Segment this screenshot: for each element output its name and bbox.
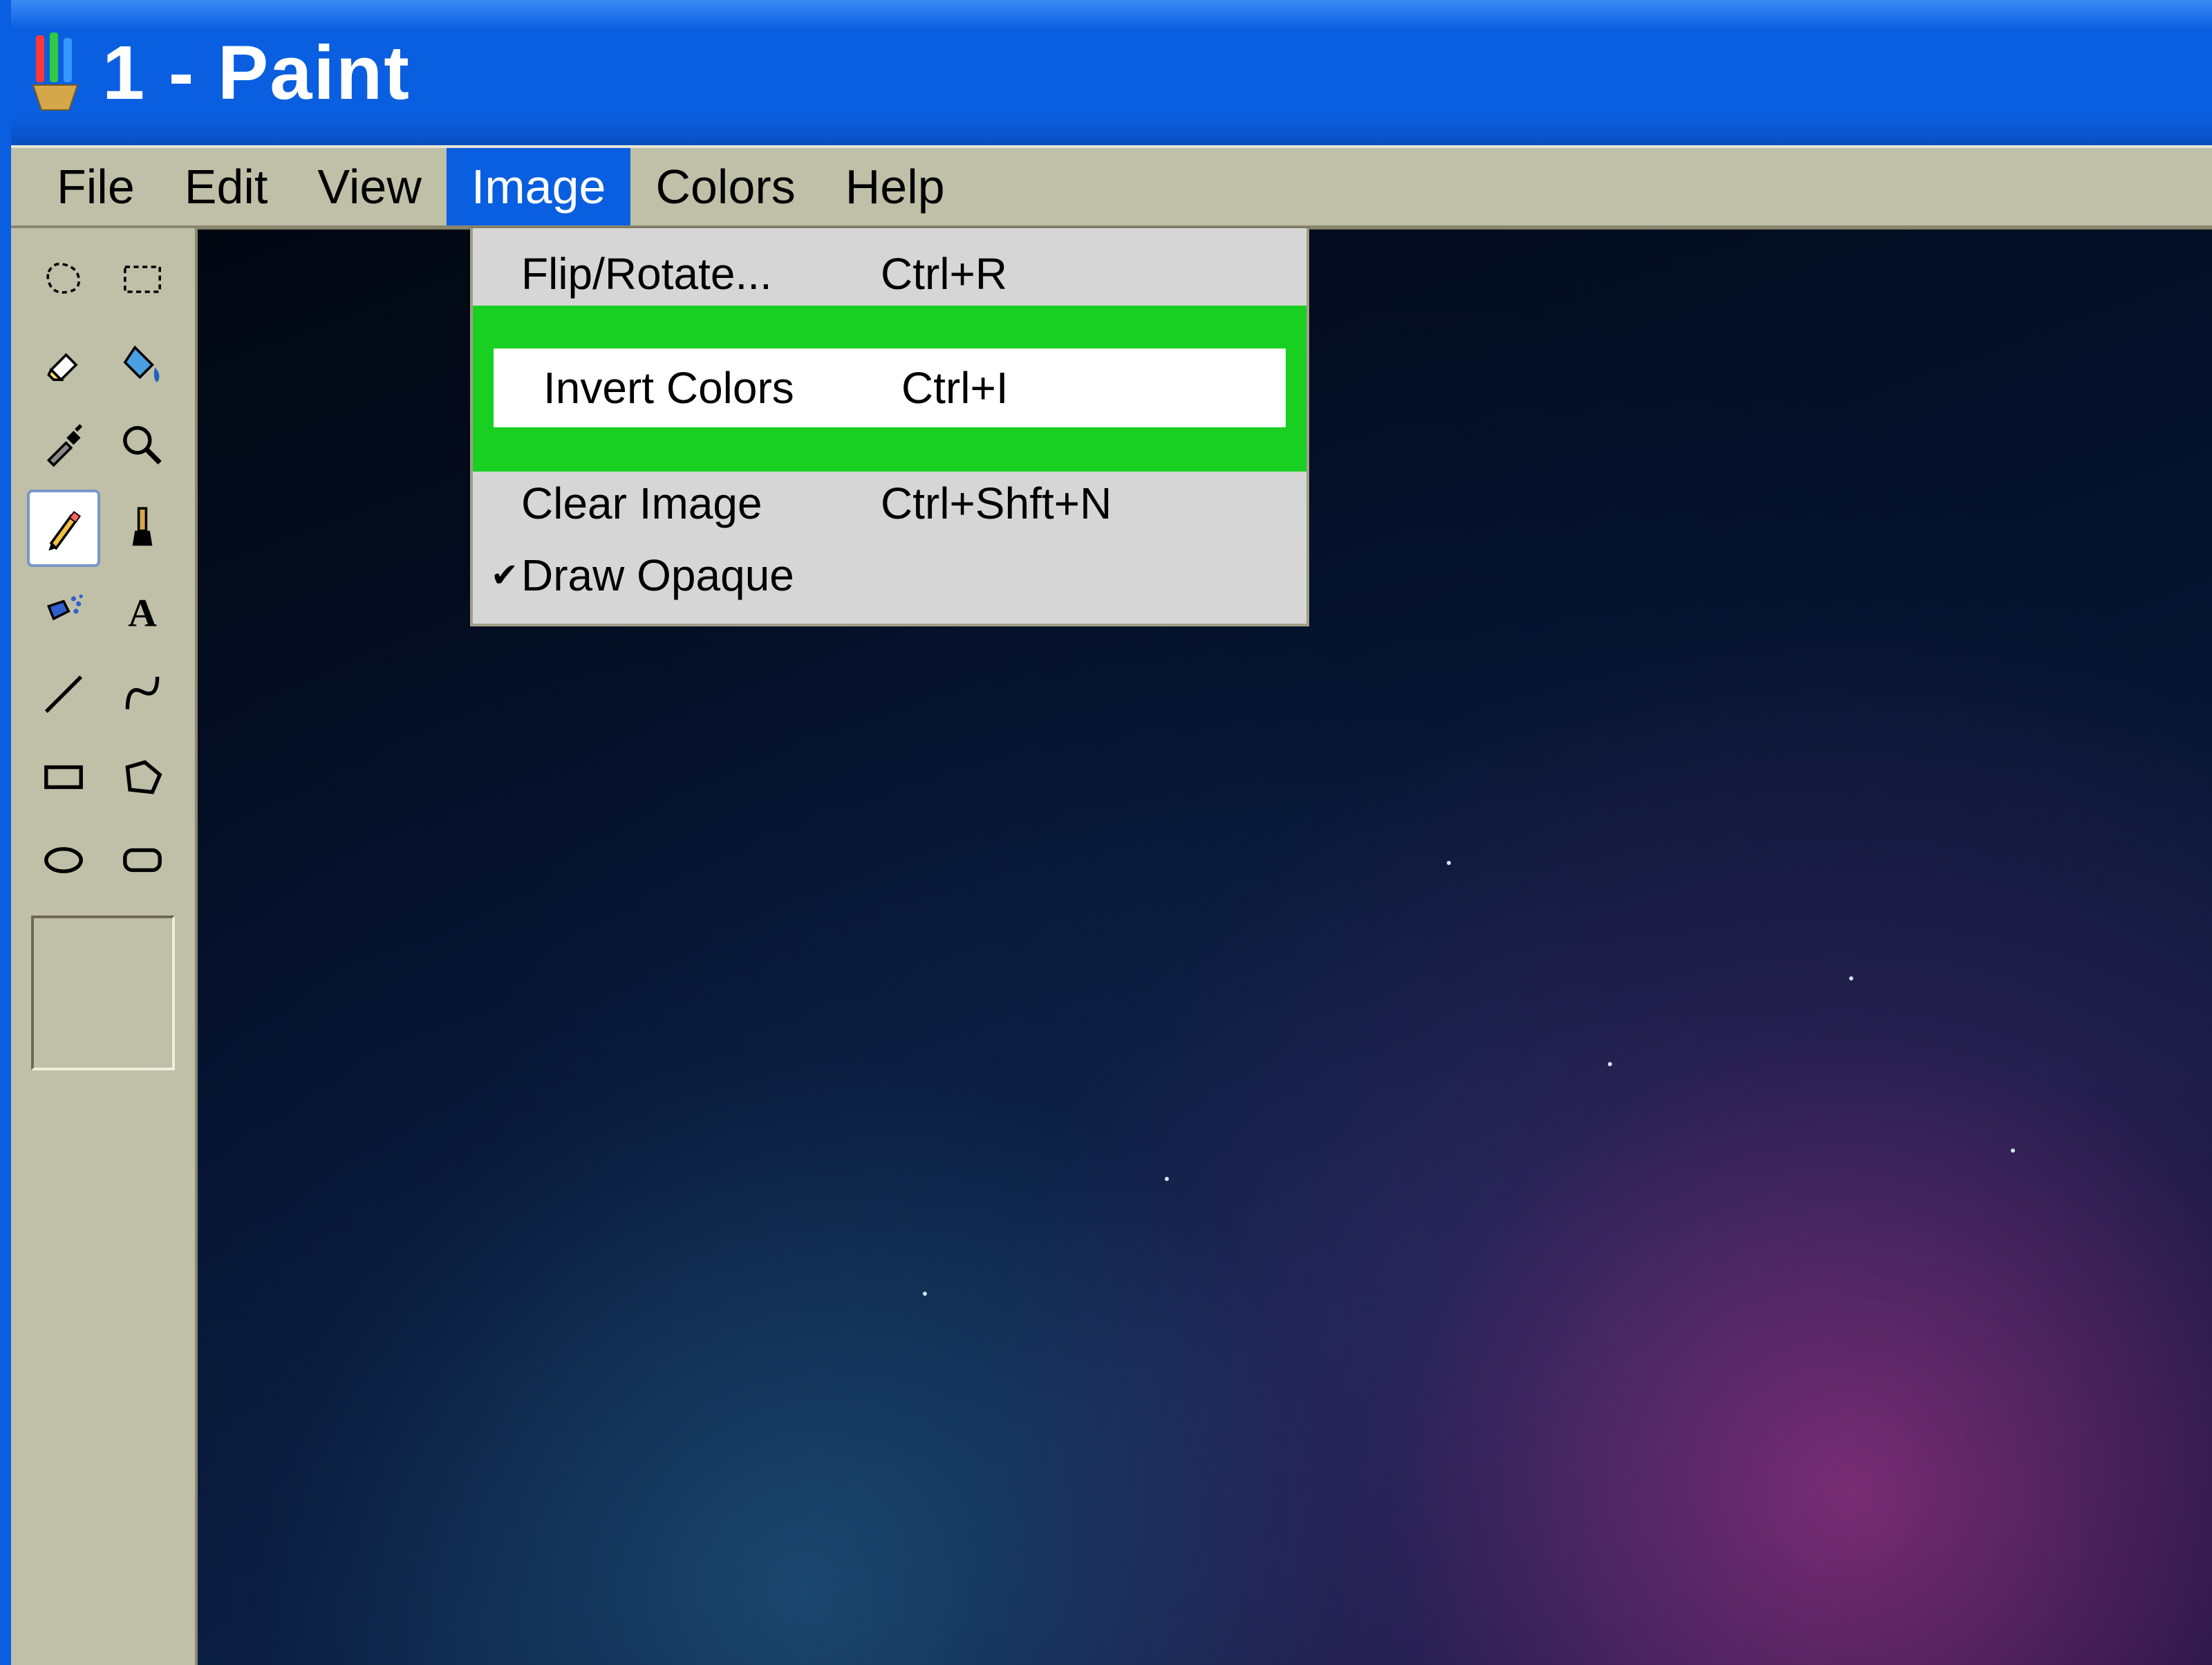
tool-fill[interactable] xyxy=(106,324,179,401)
menu-view[interactable]: View xyxy=(292,148,446,225)
menu-item-shortcut: Ctrl+Shft+N xyxy=(881,478,1112,529)
tool-options-box xyxy=(31,915,175,1070)
menu-item-shortcut: Ctrl+R xyxy=(881,248,1007,299)
tool-eraser[interactable] xyxy=(27,324,100,401)
menu-item-draw-opaque[interactable]: ✔ Draw Opaque xyxy=(473,539,1306,611)
menu-item-flip-rotate[interactable]: Flip/Rotate... Ctrl+R xyxy=(473,238,1306,310)
tool-magnifier[interactable] xyxy=(106,407,179,484)
tool-polygon[interactable] xyxy=(106,738,179,816)
tool-line[interactable] xyxy=(27,655,100,733)
svg-text:A: A xyxy=(128,592,157,635)
menu-item-shortcut: Ctrl+I xyxy=(901,362,1009,413)
menu-image[interactable]: Image xyxy=(447,148,631,225)
menu-item-clear-image[interactable]: Clear Image Ctrl+Shft+N xyxy=(473,467,1306,539)
tool-curve[interactable] xyxy=(106,655,179,733)
tool-free-form-select[interactable] xyxy=(27,241,100,318)
window-title: 1 - Paint xyxy=(102,29,411,117)
menu-edit[interactable]: Edit xyxy=(160,148,293,225)
tool-color-picker[interactable] xyxy=(27,407,100,484)
menu-item-invert-colors[interactable]: Invert Colors Ctrl+I xyxy=(494,348,1286,427)
tool-airbrush[interactable] xyxy=(27,573,100,650)
title-bar: 1 - Paint xyxy=(11,0,2212,145)
tool-ellipse[interactable] xyxy=(27,821,100,899)
tool-pencil[interactable] xyxy=(27,490,100,567)
tool-rectangle[interactable] xyxy=(27,738,100,816)
tool-text[interactable]: A xyxy=(106,573,179,650)
body: A xyxy=(11,228,2212,1665)
tool-rounded-rectangle[interactable] xyxy=(106,821,179,899)
menu-bar: File Edit View Image Colors Help xyxy=(11,145,2212,228)
toolbox: A xyxy=(11,228,198,1665)
tutorial-highlight: Invert Colors Ctrl+I xyxy=(473,306,1306,472)
check-icon: ✔ xyxy=(484,556,525,595)
tool-rectangle-select[interactable] xyxy=(106,241,179,318)
menu-item-label: Clear Image xyxy=(521,478,881,529)
paint-window: 1 - Paint File Edit View Image Colors He… xyxy=(0,0,2212,1665)
menu-item-label: Invert Colors xyxy=(543,362,901,413)
menu-help[interactable]: Help xyxy=(821,148,970,225)
canvas-area[interactable]: Flip/Rotate... Ctrl+R Invert Colors Ctrl… xyxy=(198,228,2212,1665)
tool-grid: A xyxy=(27,241,179,899)
menu-item-label: Flip/Rotate... xyxy=(521,248,881,299)
paint-app-icon xyxy=(28,30,83,116)
menu-file[interactable]: File xyxy=(32,148,160,225)
tool-brush[interactable] xyxy=(106,490,179,567)
menu-item-label: Draw Opaque xyxy=(521,550,881,601)
image-menu-dropdown: Flip/Rotate... Ctrl+R Invert Colors Ctrl… xyxy=(470,228,1309,626)
menu-colors[interactable]: Colors xyxy=(630,148,820,225)
